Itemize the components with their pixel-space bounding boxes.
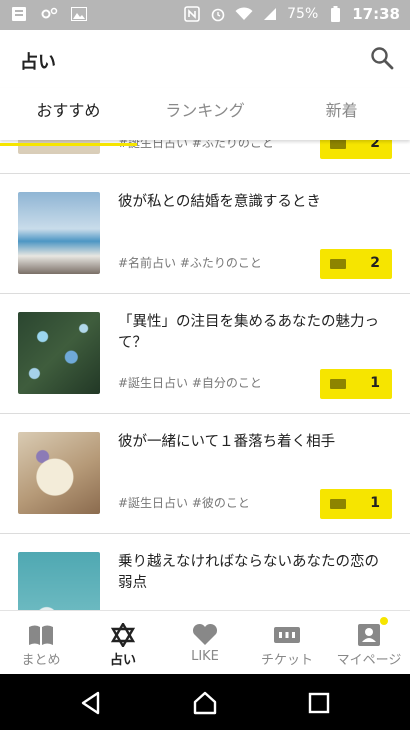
nav-uranai[interactable]: 占い [82, 611, 164, 674]
ticket-badge: 2 [320, 249, 392, 279]
nav-label: チケット [260, 653, 313, 668]
nav-mypage[interactable]: マイページ [328, 611, 410, 674]
item-thumbnail [18, 552, 100, 610]
battery-percent: 75% [287, 6, 319, 22]
search-button[interactable] [368, 44, 396, 72]
tab-recommended[interactable]: おすすめ [0, 88, 137, 146]
battery-icon [326, 5, 344, 23]
notification-icon [10, 5, 28, 23]
ticket-count: 2 [370, 140, 380, 151]
alarm-icon [209, 5, 227, 23]
fortune-list: #誕生日占い #ふたりのこと 2 彼が私との結婚を意識するとき #名前占い #ふ… [0, 140, 410, 610]
image-icon [70, 5, 88, 23]
item-tags: #名前占い #ふたりのこと [118, 256, 262, 270]
ticket-badge: 1 [320, 489, 392, 519]
item-tags: #誕生日占い #ふたりのこと [118, 140, 274, 150]
ticket-badge: 1 [320, 369, 392, 399]
ticket-count: 1 [370, 375, 380, 391]
notification-dot [380, 617, 388, 625]
clock: 17:38 [352, 5, 400, 23]
item-title: 乗り越えなければならないあなたの恋の弱点 [118, 554, 379, 591]
settings-icon [40, 5, 58, 23]
item-title: 彼が私との結婚を意識するとき [118, 194, 321, 210]
book-icon [29, 625, 53, 645]
nav-label: まとめ [21, 653, 61, 668]
tab-ranking[interactable]: ランキング [137, 88, 274, 140]
nav-like[interactable]: LIKE [164, 611, 246, 674]
home-icon[interactable] [192, 690, 218, 716]
app-header: 占い [0, 30, 410, 88]
item-thumbnail [18, 312, 100, 394]
page-title: 占い [20, 52, 56, 73]
star-of-david-icon [110, 623, 136, 647]
tab-new[interactable]: 新着 [273, 88, 410, 140]
nav-label: マイページ [336, 653, 402, 668]
list-item[interactable]: 「異性」の注目を集めるあなたの魅力って？ #誕生日占い #自分のこと 1 [0, 294, 410, 414]
status-bar: 75% 17:38 [0, 0, 410, 30]
ticket-badge: 2 [320, 140, 392, 159]
ticket-count: 1 [370, 495, 380, 511]
item-tags: #誕生日占い #自分のこと [118, 376, 262, 390]
wifi-icon [235, 5, 253, 23]
nav-label: 占い [109, 653, 136, 668]
bottom-nav: まとめ 占い LIKE チケット マイページ [0, 610, 410, 674]
item-title: 彼が一緒にいて１番落ち着く相手 [118, 434, 336, 450]
list-item[interactable]: 乗り越えなければならないあなたの恋の弱点 [0, 534, 410, 610]
profile-icon [358, 624, 380, 646]
signal-icon [261, 5, 279, 23]
system-nav-bar [0, 674, 410, 730]
search-icon [371, 47, 394, 70]
nav-matome[interactable]: まとめ [0, 611, 82, 674]
tab-bar: おすすめ ランキング 新着 [0, 88, 410, 146]
item-thumbnail [18, 432, 100, 514]
nav-label: LIKE [191, 649, 219, 664]
ticket-icon [330, 499, 346, 509]
ticket-icon [330, 379, 346, 389]
heart-icon [192, 623, 218, 645]
item-tags: #誕生日占い #彼のこと [118, 496, 250, 510]
ticket-count: 2 [370, 255, 380, 271]
recents-icon[interactable] [306, 690, 332, 716]
item-thumbnail [18, 192, 100, 274]
ticket-icon [330, 140, 346, 149]
list-item[interactable]: 彼が一緒にいて１番落ち着く相手 #誕生日占い #彼のこと 1 [0, 414, 410, 534]
ticket-icon [274, 627, 300, 643]
item-title: 「異性」の注目を集めるあなたの魅力って？ [118, 314, 379, 351]
list-item[interactable]: 彼が私との結婚を意識するとき #名前占い #ふたりのこと 2 [0, 174, 410, 294]
nav-ticket[interactable]: チケット [246, 611, 328, 674]
nfc-icon [183, 5, 201, 23]
ticket-icon [330, 259, 346, 269]
back-icon[interactable] [78, 690, 104, 716]
